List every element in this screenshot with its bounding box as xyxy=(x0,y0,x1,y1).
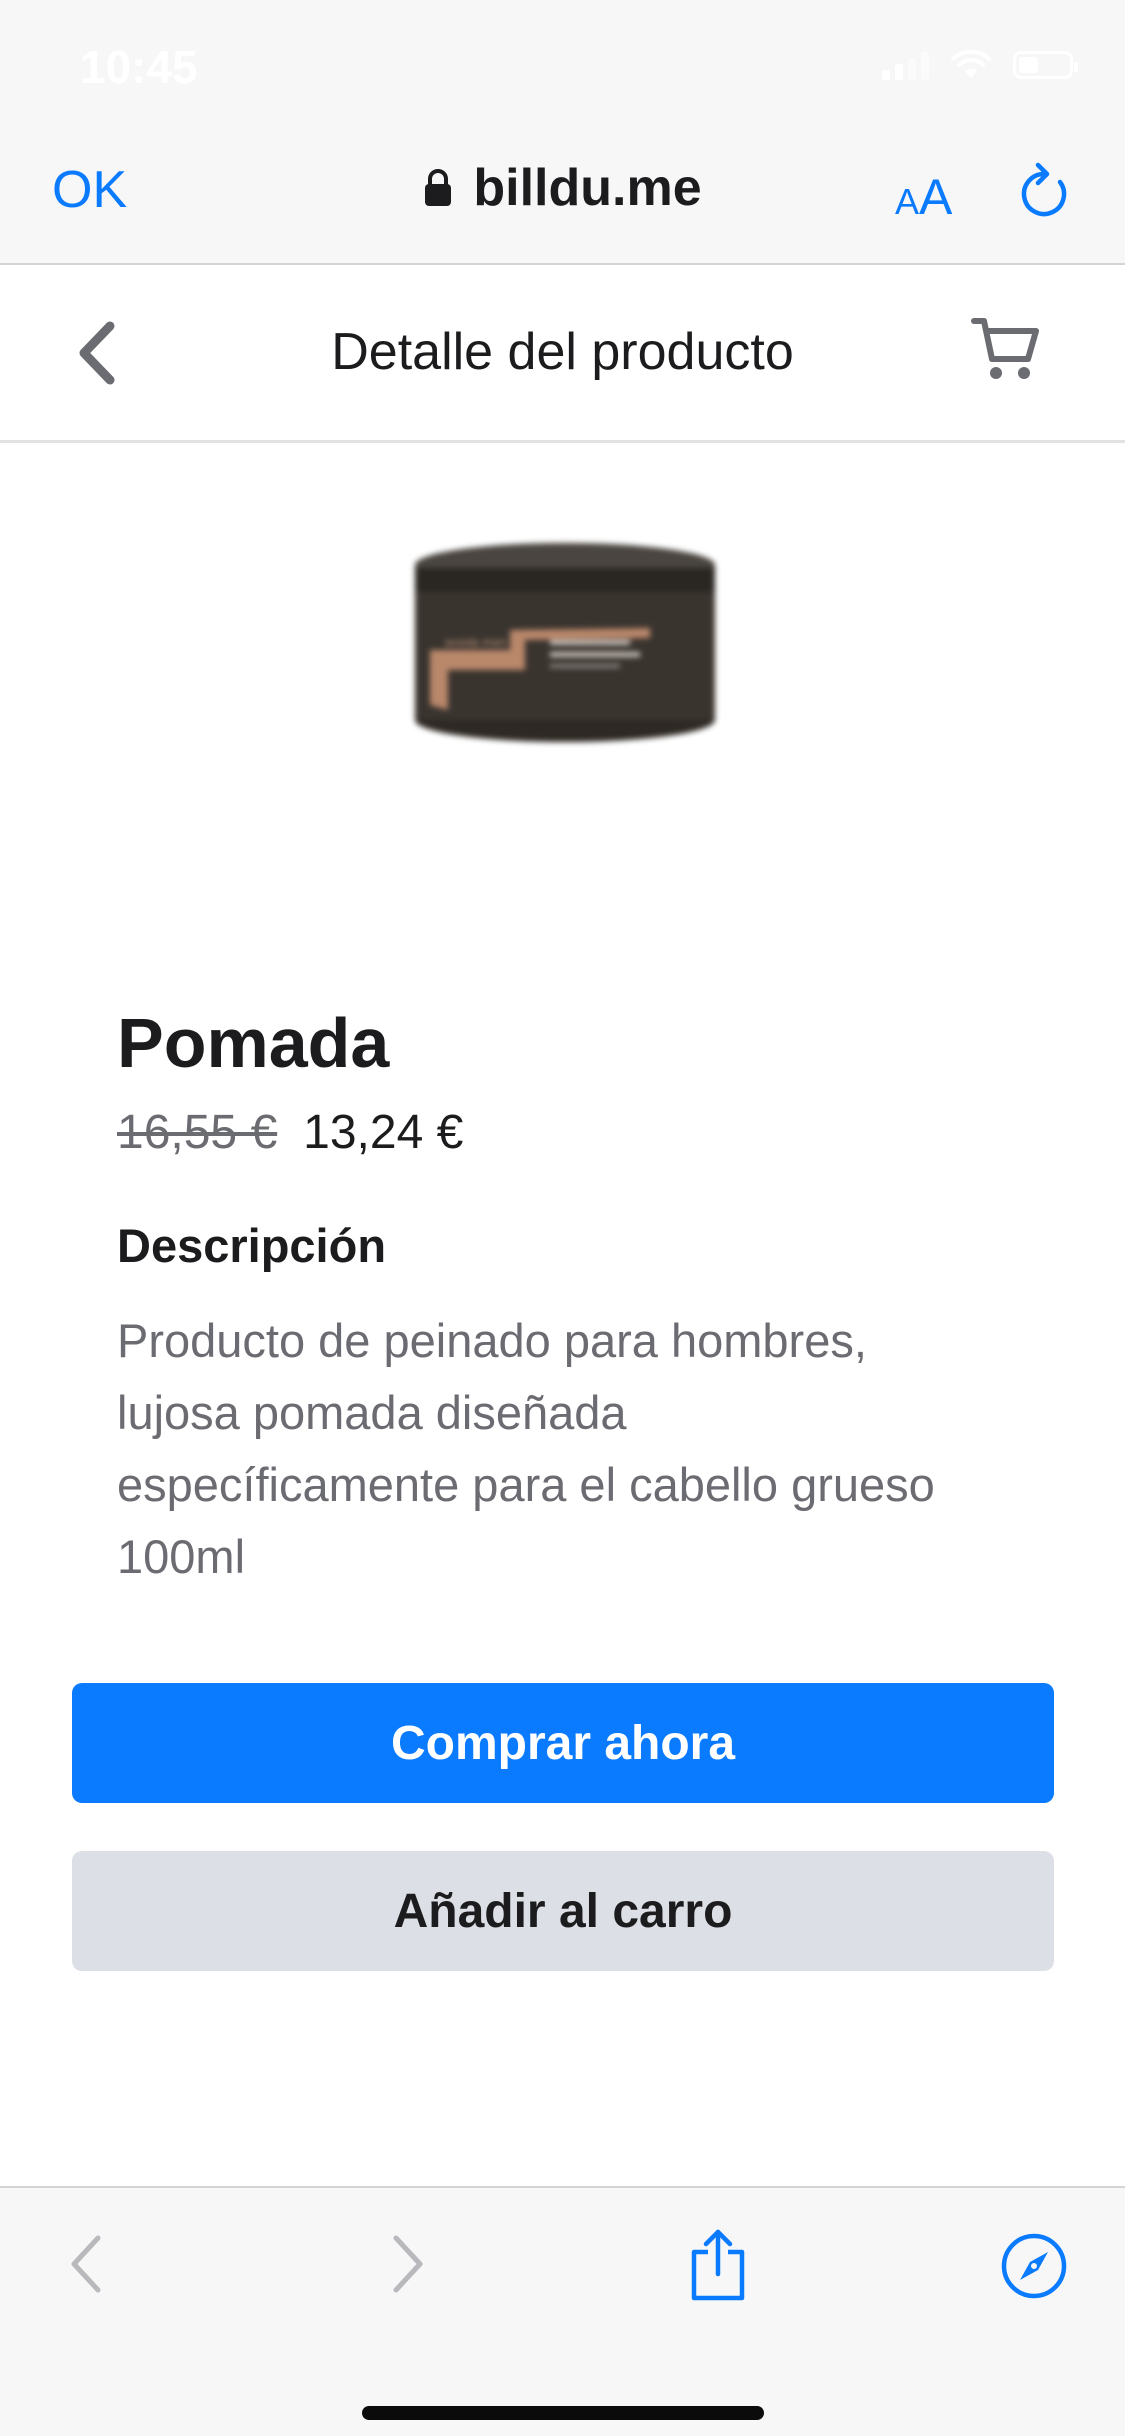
status-time: 10:45 xyxy=(80,41,198,93)
current-price: 13,24 € xyxy=(303,1106,464,1159)
description-line: lujosa pomada diseñada xyxy=(117,1386,627,1439)
signal-icon xyxy=(882,50,929,80)
cart-button[interactable] xyxy=(970,315,1042,390)
product-name: Pomada xyxy=(117,1004,390,1082)
lock-icon xyxy=(425,169,452,206)
browser-back-button[interactable] xyxy=(62,2232,112,2301)
battery-icon xyxy=(1013,51,1078,79)
reload-button[interactable] xyxy=(1016,160,1072,225)
address-bar[interactable]: billdu.me xyxy=(0,158,1125,218)
description-heading: Descripción xyxy=(117,1219,387,1272)
status-icons xyxy=(882,50,1078,80)
cart-icon xyxy=(971,318,1039,379)
add-to-cart-button[interactable]: Añadir al carro xyxy=(72,1851,1054,1971)
text-size-button[interactable]: AA xyxy=(895,168,952,226)
chevron-left-icon xyxy=(71,2235,101,2293)
browser-bottom-toolbar xyxy=(0,2186,1125,2436)
description-line: Producto de peinado para hombres, xyxy=(117,1314,867,1367)
description-line: 100ml xyxy=(117,1530,246,1583)
wifi-icon xyxy=(951,50,991,78)
buy-now-button[interactable]: Comprar ahora xyxy=(72,1683,1054,1803)
old-price: 16,55 € xyxy=(117,1106,278,1159)
product-image: aveda men xyxy=(400,520,730,760)
browser-top-bar: 10:45 OK billdu.me AA xyxy=(0,0,1125,265)
share-icon xyxy=(691,2229,745,2301)
compass-icon xyxy=(1001,2233,1067,2299)
app-header: Detalle del producto xyxy=(0,265,1125,443)
description-text: Producto de peinado para hombres, lujosa… xyxy=(117,1305,1037,1593)
share-button[interactable] xyxy=(686,2228,750,2307)
chevron-right-icon xyxy=(393,2235,423,2293)
reload-icon xyxy=(1021,162,1067,217)
url-text: billdu.me xyxy=(473,159,702,217)
bookmarks-button[interactable] xyxy=(1000,2232,1068,2305)
home-indicator xyxy=(362,2406,764,2420)
price-row: 16,55 € 13,24 € xyxy=(117,1105,463,1160)
browser-forward-button[interactable] xyxy=(382,2232,432,2301)
brand-label: aveda men xyxy=(445,636,507,649)
description-line: específicamente para el cabello grueso xyxy=(117,1458,935,1511)
page-title: Detalle del producto xyxy=(331,323,794,381)
